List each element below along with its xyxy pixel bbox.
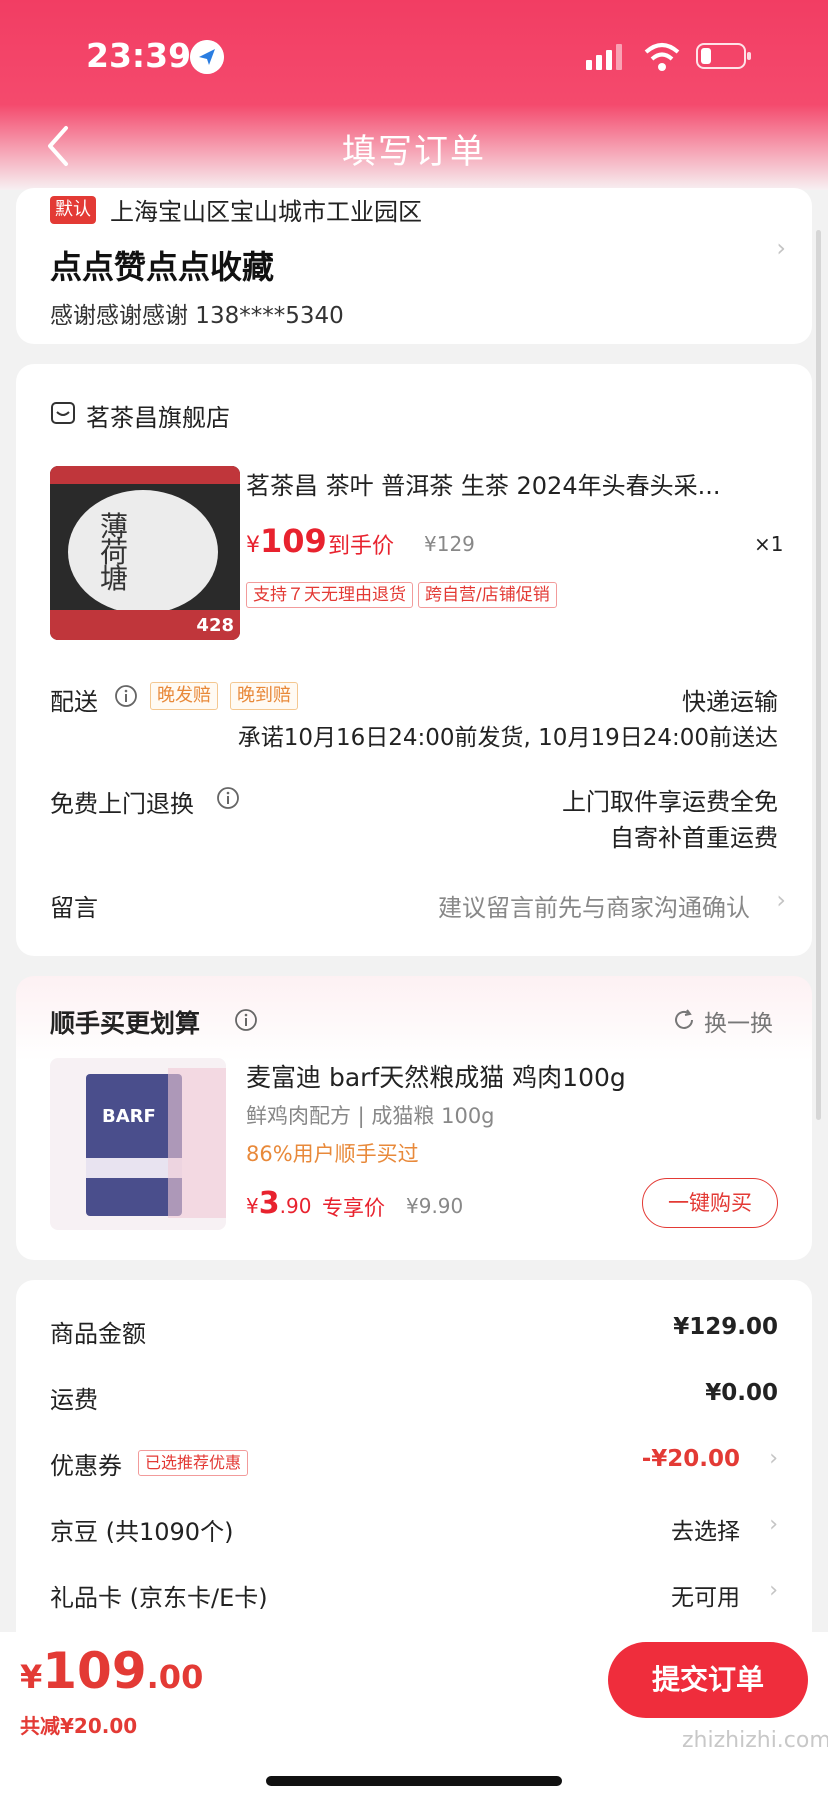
upsell-product-name[interactable]: 麦富迪 barf天然粮成猫 鸡肉100g [246,1058,626,1094]
upsell-price: ¥3.90 [246,1186,311,1221]
upsell-card: 顺手买更划算 换一换 BARF 麦富迪 barf天然粮成猫 鸡肉100g 鲜鸡肉… [16,976,812,1260]
checkout-bar: ¥109.00 共减¥20.00 提交订单 zhizhizhi.com [0,1632,828,1795]
info-icon[interactable] [114,684,138,708]
cellular-signal-icon [586,44,622,70]
upsell-product-spec: 鲜鸡肉配方 | 成猫粮 100g [246,1104,495,1128]
header-bar: 23:39 填写订单 [0,0,828,190]
refresh-icon[interactable] [672,1008,696,1032]
delivery-label: 配送 [50,688,98,716]
upsell-price-label: 专享价 [322,1196,385,1220]
home-indicator[interactable] [266,1776,562,1786]
watermark: zhizhizhi.com [682,1728,828,1753]
upsell-title: 顺手买更划算 [50,1009,201,1038]
upsell-original-price: ¥9.90 [406,1194,464,1218]
upsell-social-proof: 86%用户顺手买过 [246,1142,419,1166]
summary-value: ¥129.00 [673,1314,778,1340]
wifi-icon [644,43,680,71]
upsell-price-currency: ¥ [246,1194,259,1218]
summary-row-goods: 商品金额 ¥129.00 [50,1314,778,1354]
total-price: ¥109.00 [20,1642,203,1700]
chevron-right-icon: › [776,886,786,914]
summary-label: 商品金额 [50,1320,146,1348]
scrollbar[interactable] [816,230,821,1120]
battery-icon [696,43,751,69]
message-label: 留言 [50,894,98,922]
price-amount: 109 [260,522,327,560]
price-currency: ¥ [246,533,260,558]
chevron-right-icon: › [769,1578,778,1603]
late-arrival-badge: 晚到赔 [230,682,298,710]
product-image[interactable]: 薄荷塘 428 [50,466,240,640]
total-dec: .00 [146,1658,204,1696]
shop-name[interactable]: 茗茶昌旗舰店 [86,398,230,433]
info-icon[interactable] [216,786,240,810]
default-address-badge: 默认 [50,196,96,224]
summary-value: ¥0.00 [705,1380,778,1406]
late-ship-badge: 晚发赔 [150,682,218,710]
total-saved: 共减¥20.00 [20,1714,138,1738]
upsell-product-image[interactable]: BARF [50,1058,226,1230]
summary-row-coupon[interactable]: 优惠券 已选推荐优惠 -¥20.00 › [50,1446,778,1486]
product-price: ¥109 [246,522,327,560]
summary-label: 优惠券 [50,1452,122,1480]
chevron-right-icon: › [776,234,786,262]
message-field[interactable]: 建议留言前先与商家沟通确认 [438,888,750,923]
summary-value: -¥20.00 [641,1446,740,1472]
total-currency: ¥ [20,1658,43,1696]
address-region: 上海宝山区宝山城市工业园区 [110,198,422,226]
summary-label: 礼品卡 (京东卡/E卡) [50,1584,268,1612]
submit-order-button[interactable]: 提交订单 [608,1642,808,1718]
total-int: 109 [42,1642,147,1700]
summary-value: 去选择 [671,1519,740,1545]
product-title[interactable]: 茗茶昌 茶叶 普洱茶 生茶 2024年头春头采... [246,466,776,501]
coupon-selected-tag: 已选推荐优惠 [138,1450,249,1476]
shop-icon [51,402,75,424]
original-price: ¥129 [424,532,475,556]
upsell-price-int: 3 [258,1186,280,1221]
upsell-price-dec: .90 [279,1194,312,1218]
return-line-2: 自寄补首重运费 [610,824,778,852]
promo-tag: 跨自营/店铺促销 [418,582,557,608]
status-bar: 23:39 [0,30,828,86]
summary-row-shipping: 运费 ¥0.00 [50,1380,778,1420]
return-label: 免费上门退换 [50,790,194,818]
chevron-right-icon: › [769,1446,778,1471]
summary-value: 无可用 [671,1585,740,1611]
return-line-1: 上门取件享运费全免 [562,788,778,816]
page-title: 填写订单 [342,132,486,172]
order-card: 茗茶昌旗舰店 薄荷塘 428 茗茶昌 茶叶 普洱茶 生茶 2024年头春头采..… [16,364,812,956]
delivery-method: 快递运输 [682,688,778,716]
quantity: ×1 [754,532,784,556]
address-detail: 点点赞点点收藏 [50,248,275,286]
status-time: 23:39 [86,36,192,75]
summary-row-jingdou[interactable]: 京豆 (共1090个) 去选择 › [50,1512,778,1552]
delivery-promise: 承诺10月16日24:00前发货, 10月19日24:00前送达 [237,725,778,751]
upsell-image-label: BARF [102,1106,156,1127]
return-policy-tag: 支持７天无理由退货 [246,582,413,608]
swap-button[interactable]: 换一换 [704,1004,773,1038]
location-arrow-icon [190,40,224,74]
summary-label: 运费 [50,1386,98,1414]
summary-row-giftcard[interactable]: 礼品卡 (京东卡/E卡) 无可用 › [50,1578,778,1618]
price-summary-card: 商品金额 ¥129.00 运费 ¥0.00 优惠券 已选推荐优惠 -¥20.00… [16,1280,812,1640]
address-card[interactable]: 默认 上海宝山区宝山城市工业园区 点点赞点点收藏 感谢感谢感谢 138****5… [16,188,812,344]
chevron-right-icon: › [769,1512,778,1537]
info-icon[interactable] [234,1008,258,1032]
address-contact: 感谢感谢感谢 138****5340 [50,303,344,329]
summary-label: 京豆 (共1090个) [50,1518,234,1546]
price-label: 到手价 [328,534,395,559]
one-click-buy-button[interactable]: 一键购买 [642,1178,778,1228]
